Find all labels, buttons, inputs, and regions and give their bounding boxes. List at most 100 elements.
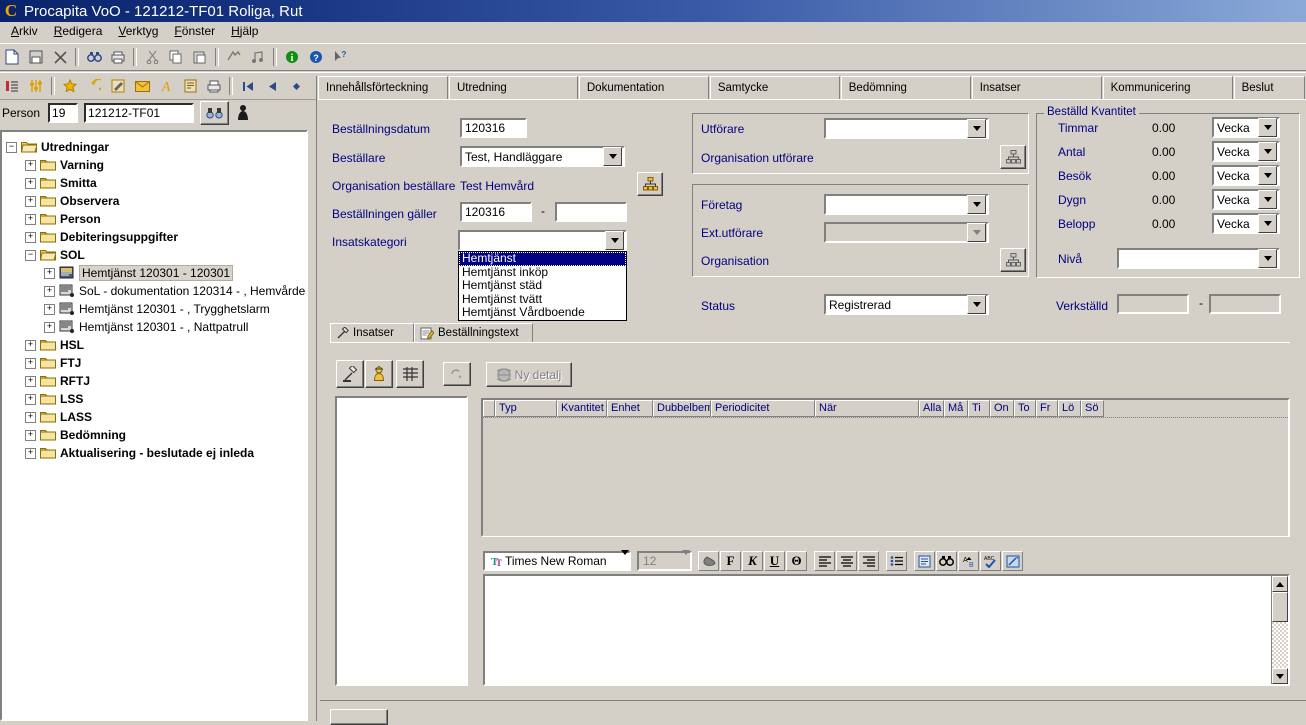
dropdown-option[interactable]: Hemtjänst	[459, 251, 626, 266]
align-right-button[interactable]	[858, 551, 879, 571]
menu-arkiv[interactable]: AArkivrkiv	[3, 23, 46, 39]
tree-item[interactable]: + LSS	[6, 390, 306, 408]
org-tree-icon[interactable]	[1000, 248, 1026, 272]
chevron-down-icon[interactable]	[1258, 190, 1277, 209]
grid-column-header[interactable]: On	[990, 400, 1014, 417]
kvantitet-unit-combo[interactable]: Vecka	[1212, 189, 1280, 210]
grid-column-header[interactable]: Lö	[1058, 400, 1081, 417]
previous-record-icon[interactable]	[260, 75, 284, 97]
mail-icon[interactable]	[130, 75, 154, 97]
tree-item[interactable]: − SOL	[6, 246, 306, 264]
grid-body[interactable]	[483, 418, 1288, 536]
kvantitet-unit-combo[interactable]: Vecka	[1212, 141, 1280, 162]
chevron-down-icon[interactable]	[1258, 249, 1277, 268]
chevron-down-icon[interactable]	[967, 295, 986, 314]
insatser-grid[interactable]: Typ Kvantitet Enhet Dubbelbem Periodicitet Nä…	[481, 398, 1290, 537]
org-tree-icon[interactable]	[1000, 145, 1026, 169]
menu-verktyg[interactable]: Verktyg	[110, 23, 166, 39]
tree-item[interactable]: + Varning	[6, 156, 306, 174]
dropdown-option[interactable]: Hemtjänst inköp	[459, 265, 626, 280]
verkstalld-from-input[interactable]	[1117, 294, 1189, 314]
grid-column-header[interactable]: Sö	[1081, 400, 1104, 417]
tree-item[interactable]: + Hemtjänst 120301 - , Nattpatrull	[6, 318, 306, 336]
paste-icon[interactable]	[188, 46, 212, 68]
scroll-thumb[interactable]	[1272, 592, 1288, 622]
tab-samtycke[interactable]: Samtycke	[709, 76, 840, 100]
font-name-combo[interactable]: TT Times New Roman	[483, 550, 631, 571]
find-icon[interactable]	[82, 46, 106, 68]
expand-icon[interactable]: +	[25, 411, 36, 423]
expand-icon[interactable]: +	[44, 285, 55, 297]
bold-button[interactable]: F	[720, 551, 741, 571]
refresh-button[interactable]	[443, 362, 471, 386]
verkstalld-to-input[interactable]	[1209, 294, 1281, 314]
chevron-down-icon[interactable]	[603, 147, 622, 166]
find-button[interactable]	[936, 551, 957, 571]
tree-item[interactable]: + Hemtjänst 120301 - 120301	[6, 264, 306, 282]
binoculars-icon[interactable]	[200, 101, 230, 125]
delete-icon[interactable]	[48, 46, 72, 68]
italic-button[interactable]: K	[742, 551, 763, 571]
expand-icon[interactable]: +	[25, 357, 36, 369]
expand-icon[interactable]: +	[25, 429, 36, 441]
expand-icon[interactable]: +	[44, 267, 55, 279]
ny-detalj-button[interactable]: Ny detalj	[486, 362, 572, 387]
bestallningsdatum-input[interactable]	[460, 118, 527, 138]
insats-list-box[interactable]	[335, 396, 468, 686]
tab-kommunicering[interactable]: Kommunicering	[1102, 76, 1233, 100]
chevron-down-icon[interactable]	[1258, 166, 1277, 185]
info-icon[interactable]: i	[280, 46, 304, 68]
utforare-combo[interactable]	[824, 118, 989, 139]
save-icon[interactable]	[24, 46, 48, 68]
subtab-insatser[interactable]: Insatser	[330, 323, 414, 343]
tab-beslut[interactable]: Beslut	[1233, 76, 1306, 100]
person-id-input[interactable]	[84, 103, 195, 123]
dropdown-option[interactable]: Hemtjänst Vårdboende	[459, 305, 626, 320]
favorite-star-icon[interactable]	[58, 75, 82, 97]
grid-column-header[interactable]: Alla	[919, 400, 944, 417]
grid-column-header[interactable]: Periodicitet	[711, 400, 815, 417]
first-record-icon[interactable]	[236, 75, 260, 97]
grid-column-header[interactable]	[483, 400, 495, 417]
grid-column-header[interactable]: Må	[944, 400, 968, 417]
chevron-down-icon[interactable]	[967, 223, 986, 242]
expand-icon[interactable]: +	[25, 393, 36, 405]
report-icon[interactable]	[178, 75, 202, 97]
insatskategori-combo[interactable]	[458, 230, 627, 251]
chevron-down-icon[interactable]	[605, 231, 624, 250]
tree-item[interactable]: + FTJ	[6, 354, 306, 372]
chevron-down-icon[interactable]	[621, 550, 629, 567]
menu-redigera[interactable]: Redigera	[46, 23, 111, 39]
chevron-down-icon[interactable]	[1258, 118, 1277, 137]
bestallningen-galler-from-input[interactable]	[460, 202, 532, 222]
subtab-best-llningstext[interactable]: Beställningstext	[414, 323, 533, 343]
foretag-combo[interactable]	[824, 194, 989, 215]
expand-icon[interactable]: +	[25, 447, 36, 459]
chevron-down-icon[interactable]	[967, 119, 986, 138]
bestallningstext-editor[interactable]	[483, 574, 1290, 686]
tree-item[interactable]: + SoL - dokumentation 120314 - , Hemvårde…	[6, 282, 306, 300]
kvantitet-unit-combo[interactable]: Vecka	[1212, 213, 1280, 234]
expand-icon[interactable]: +	[25, 159, 36, 171]
tab-inneh-llsf-rteckning[interactable]: Innehållsförteckning	[318, 76, 448, 100]
expand-icon[interactable]: +	[44, 321, 55, 333]
grid-column-header[interactable]: Typ	[495, 400, 557, 417]
dropdown-option[interactable]: Hemtjänst tvätt	[459, 292, 626, 307]
editor-text-surface[interactable]	[485, 576, 1271, 684]
bottom-action-button[interactable]	[330, 709, 388, 725]
tab-bed-mning[interactable]: Bedömning	[840, 76, 971, 100]
editor-vertical-scrollbar[interactable]	[1271, 576, 1288, 684]
expand-icon[interactable]: +	[25, 195, 36, 207]
expand-icon[interactable]: +	[25, 375, 36, 387]
tab-dokumentation[interactable]: Dokumentation	[578, 76, 709, 100]
tree-item[interactable]: + Debiteringsuppgifter	[6, 228, 306, 246]
grid-column-header[interactable]: Enhet	[607, 400, 653, 417]
expand-icon[interactable]: +	[25, 339, 36, 351]
macro-button[interactable]	[1002, 551, 1023, 571]
tree-item[interactable]: + Person	[6, 210, 306, 228]
dropdown-option[interactable]: Hemtjänst städ	[459, 278, 626, 293]
scroll-down-button[interactable]	[1272, 668, 1288, 684]
grid-column-header[interactable]: Kvantitet	[557, 400, 607, 417]
chevron-down-icon[interactable]	[682, 550, 690, 567]
menu-hjalp[interactable]: Hjälp	[223, 23, 266, 39]
